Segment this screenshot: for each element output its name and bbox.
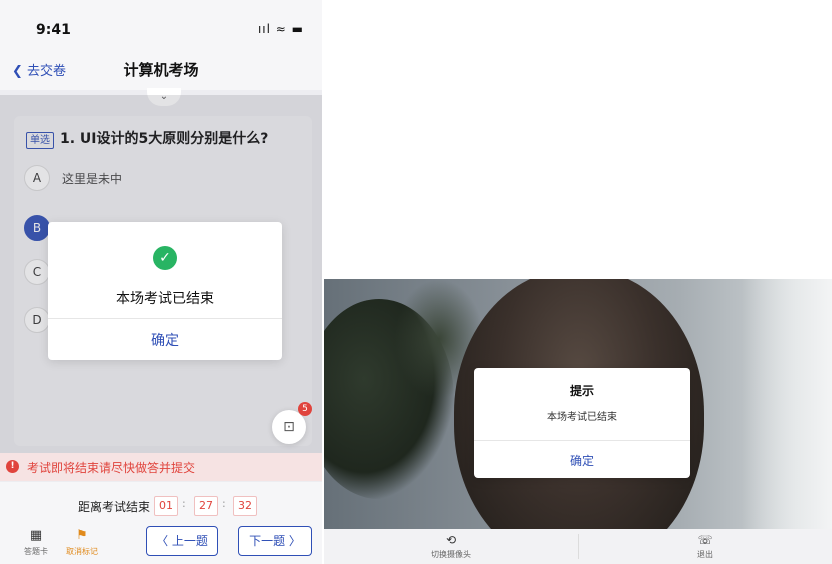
signal-wifi-battery-icon: ııl ≈ ▬ (257, 22, 304, 36)
dialog-message: 本场考试已结束 (547, 412, 617, 423)
warning-banner: ! 考试即将结束请尽快做答并提交 (0, 453, 322, 481)
video-control-bar: ⟲ 切换摄像头 ☏ 退出 (324, 529, 832, 564)
switch-camera-button[interactable]: ⟲ 切换摄像头 (324, 533, 578, 560)
timer-sep: : (182, 497, 186, 510)
status-bar: 9:41 ııl ≈ ▬ (0, 0, 322, 50)
dialog-divider (48, 318, 282, 319)
exit-button[interactable]: ☏ 退出 (578, 533, 832, 560)
answer-card-label: 答题卡 (24, 547, 48, 556)
exit-label: 退出 (697, 550, 713, 559)
timer-minutes: 27 (194, 496, 218, 516)
bottom-toolbar: ▦ 答题卡 ⚑ 取消标记 〈 上一题 下一题 〉 (0, 520, 322, 564)
status-time: 9:41 (36, 22, 71, 38)
notice-dialog: 提示 本场考试已结束 确定 (474, 368, 690, 478)
nav-bar: ❮ 去交卷 计算机考场 (0, 50, 322, 90)
timer-seconds: 32 (233, 496, 257, 516)
cancel-flag-tab[interactable]: ⚑ 取消标记 (62, 528, 102, 557)
page-title: 计算机考场 (123, 61, 199, 79)
confirm-button[interactable]: 确定 (474, 452, 690, 469)
warning-text: 考试即将结束请尽快做答并提交 (27, 461, 196, 475)
timer-sep: : (222, 497, 226, 510)
background-window (742, 279, 832, 564)
dialog-title: 提示 (569, 384, 594, 398)
video-feed: 提示 本场考试已结束 确定 (324, 279, 832, 564)
switch-camera-icon: ⟲ (445, 533, 457, 547)
confirm-button[interactable]: 确定 (48, 330, 282, 350)
dialog-divider (474, 440, 690, 441)
cancel-flag-label: 取消标记 (66, 547, 98, 556)
switch-camera-label: 切换摄像头 (431, 550, 471, 559)
chat-badge: 5 (298, 402, 312, 416)
prev-question-button[interactable]: 〈 上一题 (146, 526, 218, 556)
flag-icon: ⚑ (76, 528, 88, 543)
timer-hours: 01 (154, 496, 178, 516)
exam-phone-screen: 9:41 ııl ≈ ▬ ❮ 去交卷 计算机考场 ⌄ 单选 1. UI设计的5大原… (0, 0, 322, 564)
dialog-message: 本场考试已结束 (116, 291, 214, 307)
answer-card-tab[interactable]: ▦ 答题卡 (16, 528, 56, 557)
exam-ended-dialog: ✓ 本场考试已结束 确定 (48, 222, 282, 360)
phone-hangup-icon: ☏ (697, 533, 713, 547)
warning-icon: ! (6, 460, 19, 473)
timer-label: 距离考试结束 (78, 500, 151, 514)
grid-icon: ▦ (29, 528, 43, 543)
next-question-button[interactable]: 下一题 〉 (238, 526, 312, 556)
success-check-icon: ✓ (153, 246, 177, 270)
